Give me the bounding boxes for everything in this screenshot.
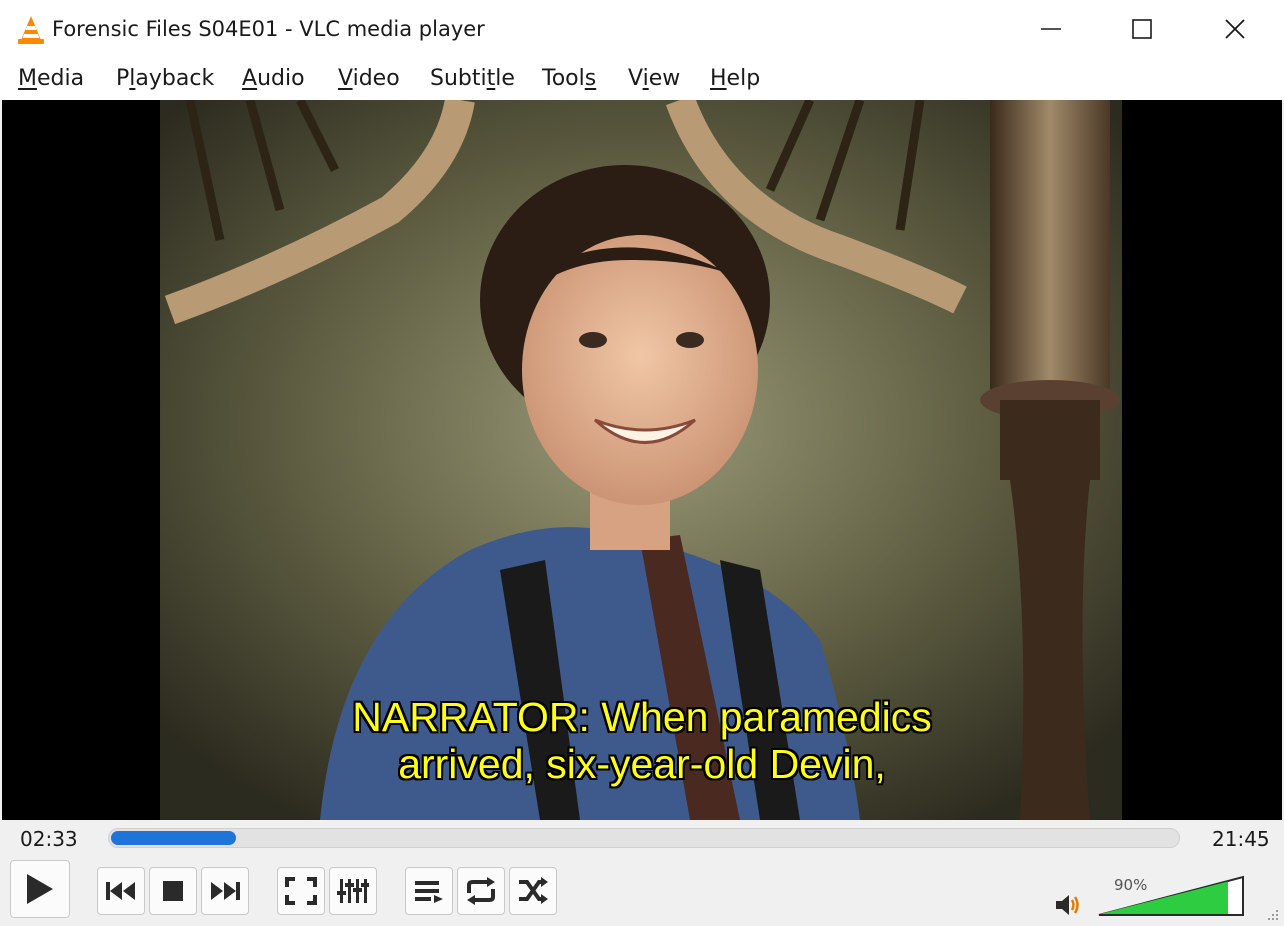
- menu-view[interactable]: View: [628, 66, 680, 91]
- menu-media[interactable]: Media: [18, 66, 84, 91]
- close-icon: [1225, 19, 1245, 39]
- stop-icon: [163, 881, 183, 901]
- shuffle-button[interactable]: [509, 867, 557, 915]
- menu-video[interactable]: Video: [338, 66, 400, 91]
- loop-button[interactable]: [457, 867, 505, 915]
- video-area[interactable]: NARRATOR: When paramedics arrived, six-y…: [2, 100, 1282, 820]
- maximize-button[interactable]: [1096, 0, 1188, 58]
- close-button[interactable]: [1189, 0, 1281, 58]
- vlc-cone-icon: [18, 16, 44, 44]
- playlist-button[interactable]: [405, 867, 453, 915]
- play-icon: [27, 874, 53, 904]
- minimize-button[interactable]: [1005, 0, 1097, 58]
- loop-icon: [467, 877, 495, 905]
- seek-progress: [111, 831, 236, 845]
- extended-settings-button[interactable]: [329, 867, 377, 915]
- control-bar: 02:33 21:45 90%: [0, 820, 1284, 926]
- previous-button[interactable]: [97, 867, 145, 915]
- title-bar: Forensic Files S04E01 - VLC media player: [0, 0, 1284, 58]
- subtitle-line-1: NARRATOR: When paramedics: [352, 694, 932, 740]
- play-button[interactable]: [10, 860, 70, 918]
- menu-playback[interactable]: Playback: [116, 66, 214, 91]
- subtitle-line-2: arrived, six-year-old Devin,: [398, 741, 886, 787]
- speaker-icon[interactable]: [1054, 892, 1084, 918]
- next-button[interactable]: [201, 867, 249, 915]
- fullscreen-icon: [285, 877, 317, 905]
- minimize-icon: [1041, 28, 1061, 30]
- elapsed-time: 02:33: [20, 827, 78, 851]
- menu-tools[interactable]: Tools: [542, 66, 596, 91]
- menu-help[interactable]: Help: [710, 66, 760, 91]
- fullscreen-button[interactable]: [277, 867, 325, 915]
- total-time: 21:45: [1212, 827, 1270, 851]
- seek-bar[interactable]: [108, 828, 1180, 848]
- previous-icon: [106, 882, 135, 900]
- next-icon: [211, 882, 240, 900]
- stop-button[interactable]: [149, 867, 197, 915]
- menu-bar: Media Playback Audio Video Subtitle Tool…: [0, 58, 1284, 100]
- shuffle-icon: [519, 877, 548, 904]
- playlist-icon: [415, 881, 443, 903]
- window-title: Forensic Files S04E01 - VLC media player: [52, 17, 485, 41]
- menu-audio[interactable]: Audio: [242, 66, 305, 91]
- extended-settings-icon: [337, 879, 369, 903]
- maximize-icon: [1132, 19, 1152, 39]
- subtitle-text: NARRATOR: When paramedics arrived, six-y…: [2, 694, 1282, 788]
- resize-grip-icon[interactable]: [1266, 908, 1280, 922]
- volume-slider[interactable]: [1096, 874, 1246, 918]
- menu-subtitle[interactable]: Subtitle: [430, 66, 515, 91]
